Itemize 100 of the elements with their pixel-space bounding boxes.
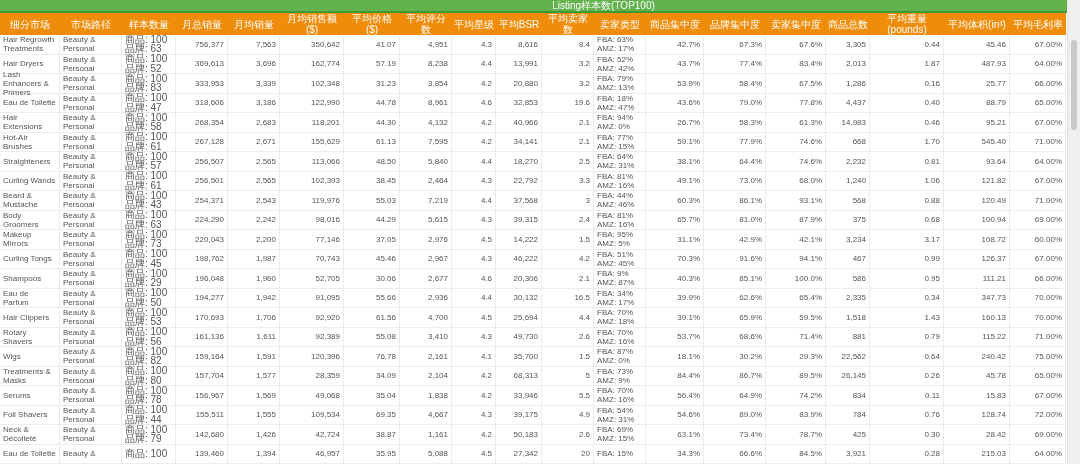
table-cell: 28.42 <box>944 425 1010 445</box>
table-cell: Shampoos <box>0 269 60 289</box>
table-cell: 0.26 <box>870 366 944 386</box>
table-cell: 41.07 <box>344 35 400 55</box>
table-cell: 商品: 100 品牌: 45 <box>122 249 176 269</box>
table-cell: 50,183 <box>496 425 542 445</box>
table-cell: 4.2 <box>452 74 496 94</box>
column-header: 细分市场 <box>0 13 60 35</box>
table-cell: 59.5% <box>766 308 826 328</box>
table-cell: 71.4% <box>766 327 826 347</box>
table-cell: 94.1% <box>766 249 826 269</box>
table-cell: 2.1 <box>542 132 594 152</box>
table-cell: Serums <box>0 386 60 406</box>
table-cell: 45.46 <box>944 35 1010 55</box>
table-cell: 120,396 <box>280 347 344 367</box>
table-cell: 31.1% <box>646 230 704 250</box>
table-cell: 46,957 <box>280 444 344 464</box>
table-cell: FBA: 44% AMZ: 46% <box>594 191 646 211</box>
table-cell: 4.2 <box>452 366 496 386</box>
table-cell: 170,693 <box>176 308 228 328</box>
table-cell: 1,706 <box>228 308 280 328</box>
table-cell: Hair Regrowth Treatments <box>0 35 60 55</box>
table-cell: 71.00% <box>1010 132 1066 152</box>
column-header: 平均卖家数 <box>542 13 594 35</box>
table-cell: Beauty & Personal <box>60 425 122 445</box>
table-cell: 38.87 <box>344 425 400 445</box>
table-cell: 4.4 <box>452 191 496 211</box>
table-cell: Beauty & Personal <box>60 35 122 55</box>
table-cell: 商品: 100 <box>122 444 176 464</box>
table-cell: 89.5% <box>766 366 826 386</box>
table-cell: 198,762 <box>176 249 228 269</box>
table-cell: Beauty & Personal <box>60 347 122 367</box>
table-cell: 1.5 <box>542 230 594 250</box>
table-cell: 8,961 <box>400 93 452 113</box>
table-cell: 49,068 <box>280 386 344 406</box>
table-cell: 19.6 <box>542 93 594 113</box>
table-cell: 1.70 <box>870 132 944 152</box>
table-cell: 487.93 <box>944 54 1010 74</box>
table-cell: 254,371 <box>176 191 228 211</box>
table-cell: 142,680 <box>176 425 228 445</box>
table-cell: 35,700 <box>496 347 542 367</box>
table-cell: 39.1% <box>646 308 704 328</box>
table-cell: FBA: 18% AMZ: 47% <box>594 93 646 113</box>
table-cell: 57.19 <box>344 54 400 74</box>
table-cell: 2,232 <box>826 152 870 172</box>
table-cell: 467 <box>826 249 870 269</box>
table-cell: 0.68 <box>870 210 944 230</box>
table-cell: Straighteners <box>0 152 60 172</box>
table-cell: 347.73 <box>944 288 1010 308</box>
table-cell: Beauty & Personal <box>60 230 122 250</box>
table-cell: 4.5 <box>452 444 496 464</box>
table-cell: 881 <box>826 327 870 347</box>
table-cell: 26.7% <box>646 113 704 133</box>
table-cell: 60.3% <box>646 191 704 211</box>
column-header: 平均重量(pounds) <box>870 13 944 35</box>
table-cell: 61.3% <box>766 113 826 133</box>
scrollbar-thumb[interactable] <box>1071 40 1077 130</box>
table-cell: Makeup Mirrors <box>0 230 60 250</box>
table-cell: 4.2 <box>542 249 594 269</box>
scrollbar[interactable] <box>1067 0 1080 464</box>
table-cell: 86.7% <box>704 366 766 386</box>
table-cell: 74.6% <box>766 132 826 152</box>
table-cell: 4,667 <box>400 405 452 425</box>
table-cell: 48.50 <box>344 152 400 172</box>
table-cell: 18,270 <box>496 152 542 172</box>
table-cell: Beauty & Personal <box>60 308 122 328</box>
table-cell: 53.7% <box>646 327 704 347</box>
table-cell: 162,774 <box>280 54 344 74</box>
table-cell: 43.6% <box>646 93 704 113</box>
table-cell: 8,616 <box>496 35 542 55</box>
table-cell: Beauty & Personal <box>60 152 122 172</box>
table-cell: 86.1% <box>704 191 766 211</box>
table-cell: 4.4 <box>452 288 496 308</box>
table-cell: 65.00% <box>1010 93 1066 113</box>
table-cell: FBA: 95% AMZ: 5% <box>594 230 646 250</box>
table-cell: 92,920 <box>280 308 344 328</box>
table-cell: 29.3% <box>766 347 826 367</box>
table-cell: 4.3 <box>452 210 496 230</box>
table-cell: 64.00% <box>1010 444 1066 464</box>
table-cell: 44.30 <box>344 113 400 133</box>
table-cell: 2,565 <box>228 152 280 172</box>
table-cell: 45.46 <box>344 249 400 269</box>
table-cell: 85.1% <box>704 269 766 289</box>
table-cell: 1.87 <box>870 54 944 74</box>
table-cell: 128.74 <box>944 405 1010 425</box>
table-cell: 38.1% <box>646 152 704 172</box>
table-cell: 39,315 <box>496 210 542 230</box>
table-cell: 44.29 <box>344 210 400 230</box>
table-cell: Neck & Décolleté <box>0 425 60 445</box>
table-cell: 545.40 <box>944 132 1010 152</box>
table-cell: Beauty & Personal <box>60 210 122 230</box>
table-cell: 1.5 <box>542 347 594 367</box>
table-cell: 67.00% <box>1010 171 1066 191</box>
table-cell: 89.0% <box>704 405 766 425</box>
table-cell: 4.3 <box>452 327 496 347</box>
table-cell: 35.95 <box>344 444 400 464</box>
table-cell: 2,543 <box>228 191 280 211</box>
table-cell: 1,240 <box>826 171 870 191</box>
table-cell: 79.0% <box>704 93 766 113</box>
table-cell: Rotary Shavers <box>0 327 60 347</box>
